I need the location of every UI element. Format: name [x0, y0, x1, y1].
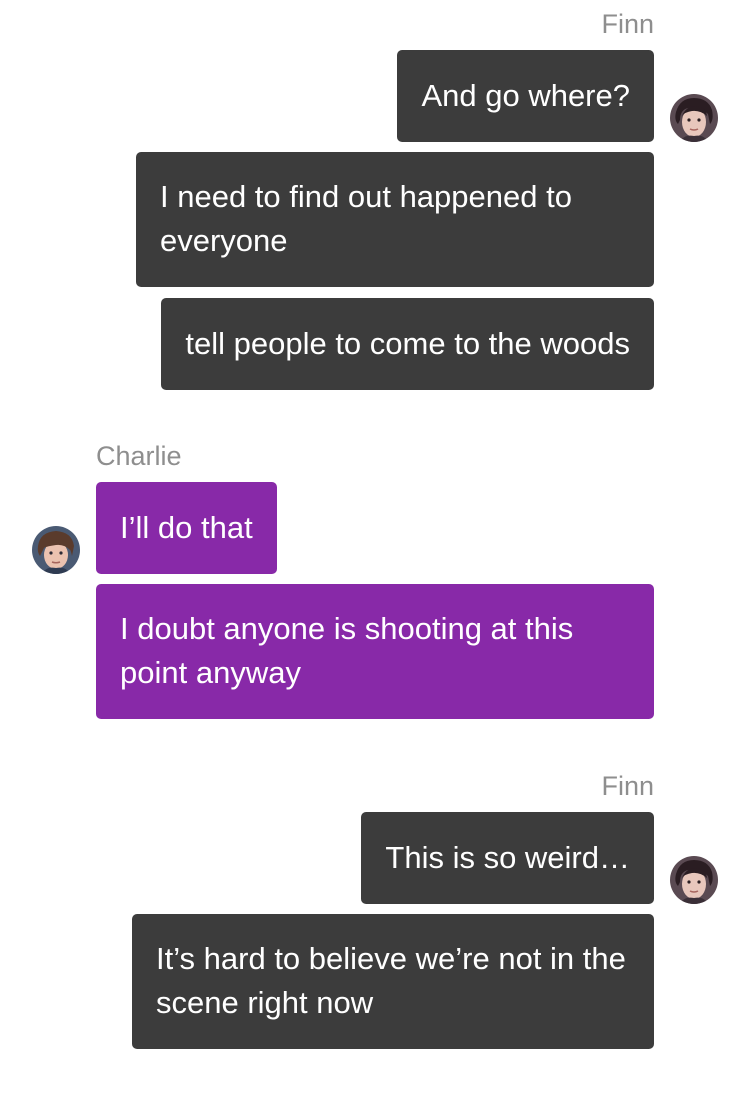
sender-name-charlie: Charlie: [96, 441, 182, 471]
message-bubble[interactable]: And go where?: [397, 50, 654, 142]
avatar-charlie-icon[interactable]: [32, 526, 80, 574]
avatar-finn-icon[interactable]: [670, 856, 718, 904]
message-text: I doubt anyone is shooting at this point…: [120, 611, 574, 690]
message-bubble[interactable]: I need to find out happened to everyone: [136, 152, 654, 287]
message-text: This is so weird…: [385, 840, 630, 875]
message-bubble[interactable]: tell people to come to the woods: [161, 298, 654, 390]
message-bubble[interactable]: It’s hard to believe we’re not in the sc…: [132, 914, 654, 1049]
message-text: tell people to come to the woods: [185, 326, 630, 361]
message-text: And go where?: [421, 78, 630, 113]
message-text: I need to find out happened to everyone: [160, 179, 572, 258]
avatar-finn-icon[interactable]: [670, 94, 718, 142]
message-bubble[interactable]: I doubt anyone is shooting at this point…: [96, 584, 654, 719]
sender-name-finn: Finn: [601, 9, 654, 39]
message-text: It’s hard to believe we’re not in the sc…: [156, 941, 626, 1020]
message-bubble[interactable]: This is so weird…: [361, 812, 654, 904]
message-text: I’ll do that: [120, 510, 253, 545]
message-bubble[interactable]: I’ll do that: [96, 482, 277, 574]
sender-name-finn: Finn: [601, 771, 654, 801]
